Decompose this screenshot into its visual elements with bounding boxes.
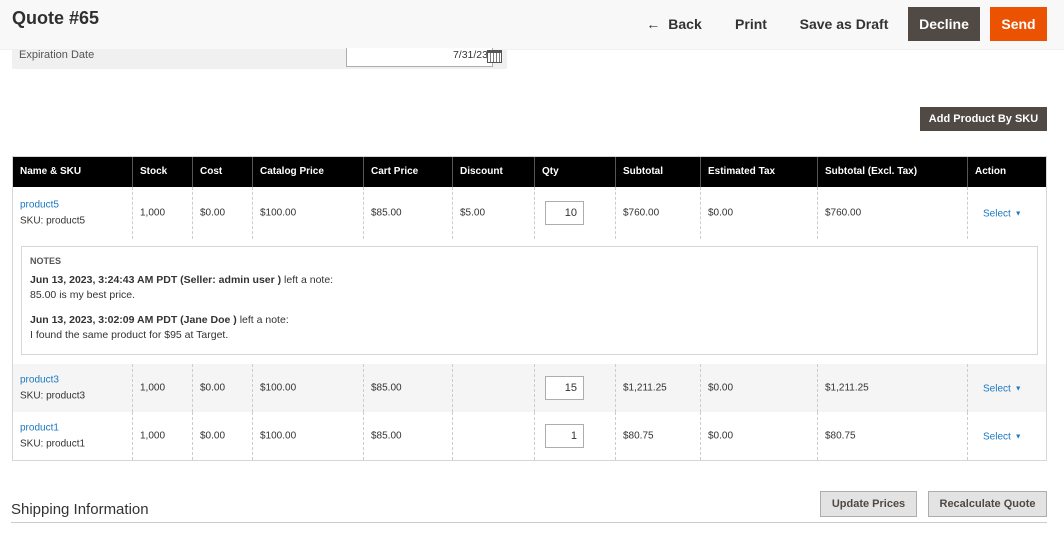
column-header-cart-price: Cart Price xyxy=(363,157,452,187)
column-header-estimated-tax: Estimated Tax xyxy=(700,157,817,187)
table-row: product5 SKU: product5 1,000 $0.00 $100.0… xyxy=(13,187,1046,239)
caret-down-icon: ▼ xyxy=(1014,385,1022,393)
cost-cell: $0.00 xyxy=(200,382,226,394)
note-text: 85.00 is my best price. xyxy=(30,289,136,301)
page-title: Quote #65 xyxy=(12,8,100,28)
cart-price-cell: $85.00 xyxy=(371,207,402,219)
note-suffix: left a note: xyxy=(236,314,289,326)
estimated-tax-cell: $0.00 xyxy=(708,430,734,442)
grid-header: Name & SKU Stock Cost Catalog Price Cart… xyxy=(13,157,1046,187)
qty-input[interactable]: 1 xyxy=(545,424,584,448)
column-header-subtotal-excl-tax: Subtotal (Excl. Tax) xyxy=(817,157,967,187)
product-sku: SKU: product5 xyxy=(20,215,86,227)
action-select[interactable]: Select ▼ xyxy=(983,209,1022,220)
stock-cell: 1,000 xyxy=(140,430,166,442)
column-header-name-sku: Name & SKU xyxy=(20,166,82,177)
product-name-link[interactable]: product5 xyxy=(20,200,85,211)
note-meta: Jun 13, 2023, 3:24:43 AM PDT (Seller: ad… xyxy=(30,274,282,286)
catalog-price-cell: $100.00 xyxy=(260,382,297,394)
cart-price-cell: $85.00 xyxy=(371,382,402,394)
action-select[interactable]: Select ▼ xyxy=(983,384,1022,395)
notes-title: NOTES xyxy=(30,256,62,266)
caret-down-icon: ▼ xyxy=(1014,210,1022,218)
action-select-label: Select xyxy=(983,431,1011,443)
send-button[interactable]: Send xyxy=(990,7,1047,41)
shipping-information-title: Shipping Information xyxy=(11,501,149,518)
catalog-price-cell: $100.00 xyxy=(260,430,297,442)
back-label: Back xyxy=(668,16,702,32)
save-as-draft-button[interactable]: Save as Draft xyxy=(798,7,890,41)
cart-price-cell: $85.00 xyxy=(371,430,402,442)
column-header-discount: Discount xyxy=(452,157,534,187)
note-meta: Jun 13, 2023, 3:02:09 AM PDT (Jane Doe ) xyxy=(30,314,237,326)
section-divider xyxy=(11,522,1047,523)
column-header-subtotal: Subtotal xyxy=(615,157,700,187)
stock-cell: 1,000 xyxy=(140,207,166,219)
update-prices-button[interactable]: Update Prices xyxy=(820,491,917,517)
subtotal-excl-tax-cell: $1,211.25 xyxy=(825,382,869,394)
column-header-stock: Stock xyxy=(132,157,192,187)
action-select-label: Select xyxy=(983,208,1011,220)
qty-input[interactable]: 10 xyxy=(545,201,584,225)
add-product-by-sku-button[interactable]: Add Product By SKU xyxy=(920,107,1047,131)
quote-items-grid: Name & SKU Stock Cost Catalog Price Cart… xyxy=(12,156,1047,461)
product-sku: SKU: product3 xyxy=(20,390,86,402)
qty-input[interactable]: 15 xyxy=(545,376,584,400)
back-arrow-icon: ← xyxy=(646,16,661,32)
note-item: Jun 13, 2023, 3:02:09 AM PDT (Jane Doe )… xyxy=(30,313,1037,343)
table-row: product1 SKU: product1 1,000 $0.00 $100.0… xyxy=(13,412,1046,460)
column-header-catalog-price: Catalog Price xyxy=(252,157,363,187)
page-header: Quote #65 ← Back Print Save as Draft Decl… xyxy=(0,0,1064,50)
discount-cell: $5.00 xyxy=(460,207,486,219)
estimated-tax-cell: $0.00 xyxy=(708,207,734,219)
recalculate-quote-button[interactable]: Recalculate Quote xyxy=(928,491,1047,517)
print-button[interactable]: Print xyxy=(730,7,772,41)
expiration-date-label: Expiration Date xyxy=(19,49,95,61)
estimated-tax-cell: $0.00 xyxy=(708,382,734,394)
cost-cell: $0.00 xyxy=(200,430,226,442)
product-sku: SKU: product1 xyxy=(20,438,86,450)
action-select-label: Select xyxy=(983,383,1011,395)
expiration-date-row: Expiration Date 7/31/23 xyxy=(12,48,507,69)
column-header-cost: Cost xyxy=(192,157,252,187)
table-row: product3 SKU: product3 1,000 $0.00 $100.0… xyxy=(13,364,1046,412)
caret-down-icon: ▼ xyxy=(1014,433,1022,441)
subtotal-excl-tax-cell: $760.00 xyxy=(825,207,862,219)
product-name-link[interactable]: product1 xyxy=(20,423,85,434)
decline-button[interactable]: Decline xyxy=(908,7,980,41)
calendar-icon[interactable] xyxy=(487,50,502,63)
cost-cell: $0.00 xyxy=(200,207,226,219)
subtotal-cell: $760.00 xyxy=(623,207,660,219)
column-header-qty: Qty xyxy=(534,157,615,187)
subtotal-cell: $80.75 xyxy=(623,430,654,442)
catalog-price-cell: $100.00 xyxy=(260,207,297,219)
expiration-date-input[interactable]: 7/31/23 xyxy=(346,48,493,67)
note-text: I found the same product for $95 at Targ… xyxy=(30,329,229,341)
subtotal-excl-tax-cell: $80.75 xyxy=(825,430,856,442)
subtotal-cell: $1,211.25 xyxy=(623,382,667,394)
stock-cell: 1,000 xyxy=(140,382,166,394)
column-header-action: Action xyxy=(967,157,1046,187)
note-suffix: left a note: xyxy=(281,274,334,286)
action-select[interactable]: Select ▼ xyxy=(983,432,1022,443)
notes-panel: NOTES Jun 13, 2023, 3:24:43 AM PDT (Sell… xyxy=(21,246,1038,355)
back-button[interactable]: ← Back xyxy=(644,7,704,41)
product-name-link[interactable]: product3 xyxy=(20,375,85,386)
note-item: Jun 13, 2023, 3:24:43 AM PDT (Seller: ad… xyxy=(30,273,1037,303)
